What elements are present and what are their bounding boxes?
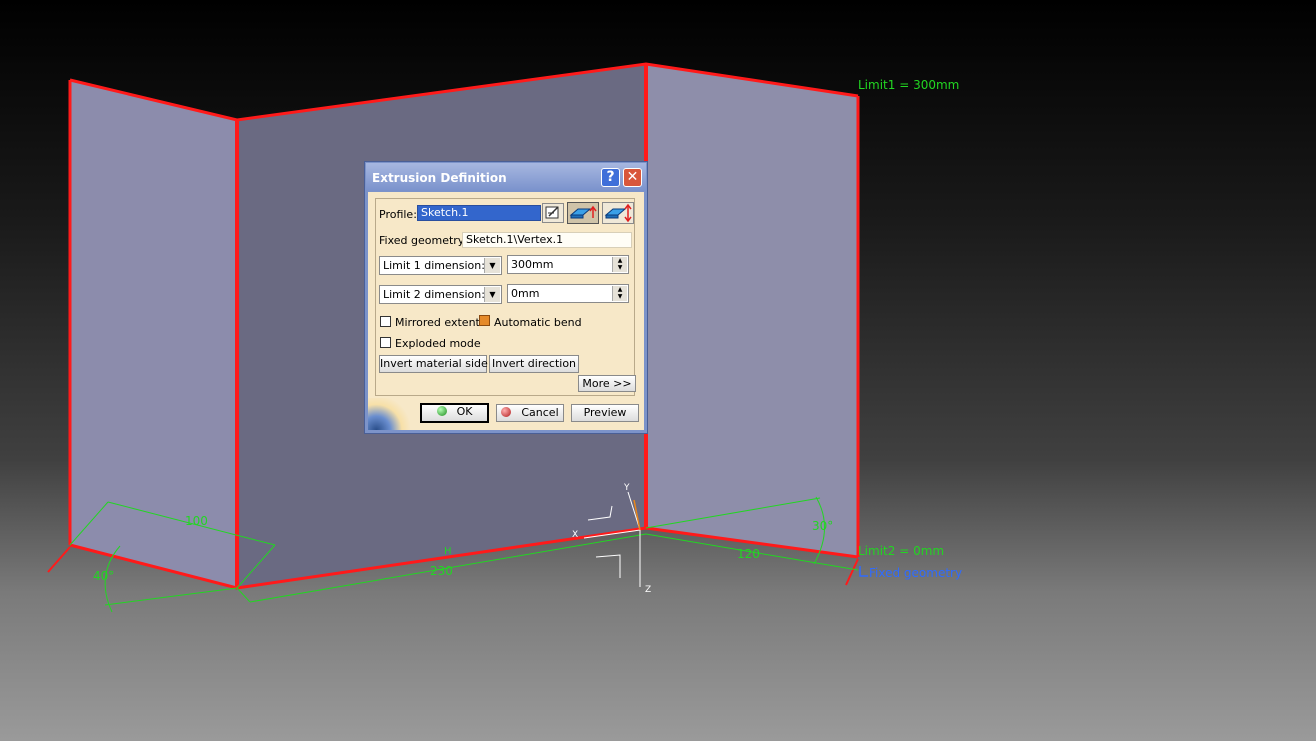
fixed-geometry-field[interactable]: Sketch.1\Vertex.1: [462, 232, 632, 248]
more-button[interactable]: More >>: [578, 375, 636, 392]
fixed-geometry-label: Fixed geometry:: [379, 234, 468, 247]
mirrored-extent-checkbox[interactable]: [380, 316, 391, 327]
limit1-annotation[interactable]: Limit1 = 300mm: [858, 78, 959, 92]
help-icon[interactable]: ?: [601, 168, 620, 187]
left-wall-panel[interactable]: [70, 80, 237, 588]
exploded-mode-label: Exploded mode: [395, 337, 481, 350]
ok-icon: [436, 406, 447, 416]
chevron-down-icon[interactable]: ▼: [484, 258, 500, 273]
limit1-spinner-icon[interactable]: ▲ ▼: [612, 257, 627, 272]
limit1-value: 300mm: [511, 258, 554, 271]
angle-40: 40°: [93, 569, 114, 583]
axis-z-label: Z: [645, 585, 651, 595]
automatic-bend-checkbox[interactable]: [479, 315, 490, 326]
cancel-icon: [501, 407, 512, 417]
axis-x-label: X: [572, 530, 578, 540]
dialog-client: Profile: Sketch.1 Fixed geometry: Sketch…: [368, 192, 644, 430]
dialog-titlebar[interactable]: Extrusion Definition ? ✕: [366, 163, 646, 191]
model-geometry: 100 230 120 40° 30° Limit1 = 300mm Limit…: [47, 62, 962, 613]
limit2-spinner-icon[interactable]: ▲ ▼: [612, 286, 627, 301]
limit2-annotation[interactable]: Limit2 = 0mm: [858, 544, 944, 558]
invert-direction-button[interactable]: Invert direction: [489, 355, 579, 373]
ok-label: OK: [456, 405, 473, 418]
preview-button[interactable]: Preview: [571, 404, 639, 422]
profile-field[interactable]: Sketch.1: [417, 205, 541, 221]
mirrored-extent-label: Mirrored extent: [395, 316, 480, 329]
catia-logo: [368, 398, 410, 430]
chevron-down-icon[interactable]: ▼: [484, 287, 500, 302]
limit2-type-value: Limit 2 dimension:: [383, 288, 485, 301]
axis-y-label: Y: [623, 483, 630, 493]
dimension-100: 100: [185, 514, 208, 528]
3d-viewport[interactable]: 100 230 120 40° 30° Limit1 = 300mm Limit…: [0, 0, 1316, 741]
extrusion-definition-dialog: Extrusion Definition ? ✕ Profile: Sketch…: [364, 161, 648, 434]
angle-30: 30°: [812, 519, 833, 533]
invert-material-side-button[interactable]: Invert material side: [379, 355, 488, 373]
profile-label: Profile:: [379, 208, 417, 221]
limit1-type-value: Limit 1 dimension:: [383, 259, 485, 272]
limit2-value-input[interactable]: 0mm ▲ ▼: [507, 284, 629, 303]
exploded-mode-checkbox[interactable]: [380, 337, 391, 348]
sketcher-icon[interactable]: [542, 203, 564, 223]
fixed-geometry-marker[interactable]: Fixed geometry: [859, 566, 962, 580]
dimension-120: 120: [737, 547, 760, 561]
ok-button[interactable]: OK: [420, 403, 489, 423]
extrude-both-icon[interactable]: [602, 202, 634, 224]
cancel-button[interactable]: Cancel: [496, 404, 564, 422]
fixed-geometry-label: Fixed geometry: [869, 566, 962, 580]
automatic-bend-label: Automatic bend: [494, 316, 582, 329]
close-icon[interactable]: ✕: [623, 168, 642, 187]
right-wall-panel[interactable]: [646, 64, 858, 557]
limit1-value-input[interactable]: 300mm ▲ ▼: [507, 255, 629, 274]
extrude-up-icon[interactable]: [567, 202, 599, 224]
dialog-title: Extrusion Definition: [372, 171, 507, 185]
h-marker: H: [444, 546, 452, 557]
limit2-value: 0mm: [511, 287, 540, 300]
cancel-label: Cancel: [521, 406, 559, 419]
dimension-230: 230: [430, 564, 453, 578]
limit2-type-select[interactable]: Limit 2 dimension: ▼: [379, 285, 502, 304]
limit1-type-select[interactable]: Limit 1 dimension: ▼: [379, 256, 502, 275]
